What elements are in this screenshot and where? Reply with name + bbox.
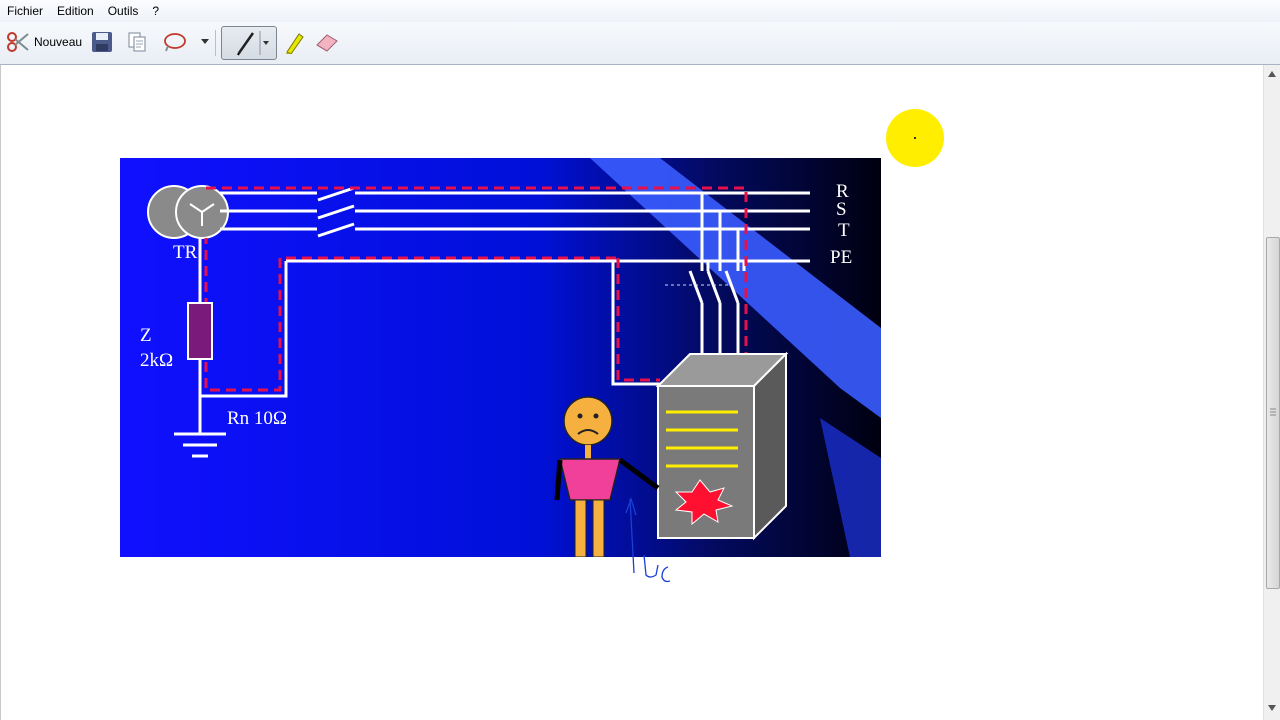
handwritten-annotation: Uc	[620, 495, 671, 583]
handwritten-text: Uc	[620, 495, 622, 496]
menu-help[interactable]: ?	[145, 4, 166, 18]
eraser-icon	[316, 34, 338, 52]
scissors-icon	[7, 32, 29, 52]
pointer-highlight	[886, 109, 944, 167]
lasso-icon	[164, 33, 186, 52]
transformer-icon	[147, 185, 229, 239]
eraser-button[interactable]	[312, 28, 342, 56]
scrollbar-thumb[interactable]	[1266, 237, 1280, 589]
impedance-label-value: 2kΩ	[140, 350, 173, 371]
pen-icon	[237, 31, 269, 56]
new-button[interactable]: Nouveau	[2, 28, 86, 56]
menu-bar: Fichier Edition Outils ?	[0, 0, 1280, 22]
menu-outils[interactable]: Outils	[101, 4, 146, 18]
highlighter-button[interactable]	[281, 28, 307, 56]
phase-label-s: S	[836, 199, 847, 220]
neutral-resistance-label: Rn 10Ω	[227, 408, 287, 429]
phase-label-t: T	[838, 220, 850, 241]
vertical-scrollbar[interactable]	[1263, 65, 1280, 720]
highlighter-icon	[286, 33, 304, 54]
copy-icon	[128, 32, 146, 52]
menu-fichier[interactable]: Fichier	[0, 4, 50, 18]
transformer-label: TR	[173, 242, 198, 263]
impedance-label-z: Z	[140, 325, 152, 346]
menu-edition[interactable]: Edition	[50, 4, 101, 18]
delay-snip-button[interactable]	[160, 28, 190, 56]
new-button-label: Nouveau	[34, 35, 83, 49]
scroll-up-arrow-icon[interactable]	[1268, 71, 1276, 77]
snip-mode-dropdown[interactable]	[198, 32, 212, 52]
impedance-resistor	[187, 302, 213, 360]
scroll-down-arrow-icon[interactable]	[1268, 705, 1276, 711]
floppy-disk-icon	[92, 32, 112, 52]
grip-icon	[1270, 408, 1276, 416]
save-button[interactable]	[89, 28, 115, 56]
electrical-diagram: TR Z 2kΩ Rn 10Ω R S T PE	[120, 158, 881, 557]
copy-button[interactable]	[124, 28, 150, 56]
pen-tool-button[interactable]	[221, 26, 277, 60]
toolbar: Nouveau	[0, 22, 1280, 65]
toolbar-separator	[215, 30, 216, 56]
chevron-down-icon	[201, 39, 209, 44]
phase-label-pe: PE	[830, 247, 852, 268]
